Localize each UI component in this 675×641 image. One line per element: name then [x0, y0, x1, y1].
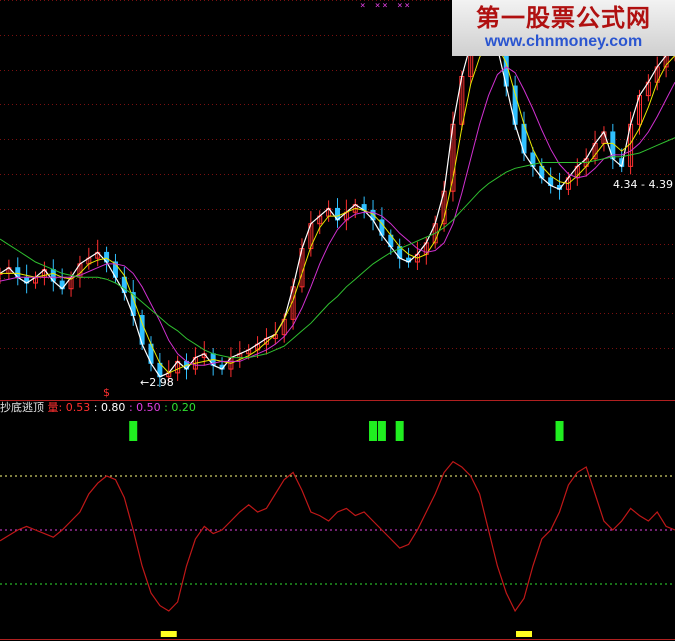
right-price-label: 4.34 - 4.39: [613, 178, 673, 191]
indicator-sep: :: [93, 401, 98, 414]
indicator-name: 抄底逃顶: [0, 401, 44, 414]
chart-canvas[interactable]: [0, 0, 675, 641]
top-signal-bar: [377, 421, 386, 441]
bottom-signal-bar: [516, 631, 533, 637]
indicator-value-2: 0.80: [100, 401, 126, 414]
watermark-title: 第一股票公式网: [476, 4, 651, 32]
signal-marker: $: [103, 386, 110, 399]
top-event-marks: × ×× ××: [360, 1, 412, 11]
top-signal-bar: [129, 421, 138, 441]
indicator-value-3: 0.50: [136, 401, 161, 414]
ma-short-line: [0, 15, 675, 378]
watermark-url: www.chnmoney.com: [484, 33, 643, 50]
top-signal-bar: [395, 421, 404, 441]
low-price-value: 2.98: [149, 376, 174, 389]
indicator-title-bar: 抄底逃顶 量: 0.53 : 0.80 : 0.50 : 0.20: [0, 401, 196, 415]
indicator-line: [0, 460, 675, 613]
indicator-sep: :: [128, 401, 133, 414]
chart-window: 第一股票公式网 www.chnmoney.com × ×× ×× ←2.98 4…: [0, 0, 675, 641]
watermark-logo: 第一股票公式网 www.chnmoney.com: [452, 0, 675, 56]
indicator-sep: :: [164, 401, 168, 414]
indicator-value-4: 0.20: [171, 401, 196, 414]
right-price-value: 4.34 - 4.39: [613, 178, 673, 191]
indicator-value-1: 0.53: [65, 401, 91, 414]
low-price-label: ←2.98: [140, 376, 174, 389]
top-signal-bar: [555, 421, 564, 441]
indicator-first-label: 量:: [47, 401, 63, 414]
bottom-signal-bar: [160, 631, 177, 637]
top-signal-bar: [369, 421, 378, 441]
